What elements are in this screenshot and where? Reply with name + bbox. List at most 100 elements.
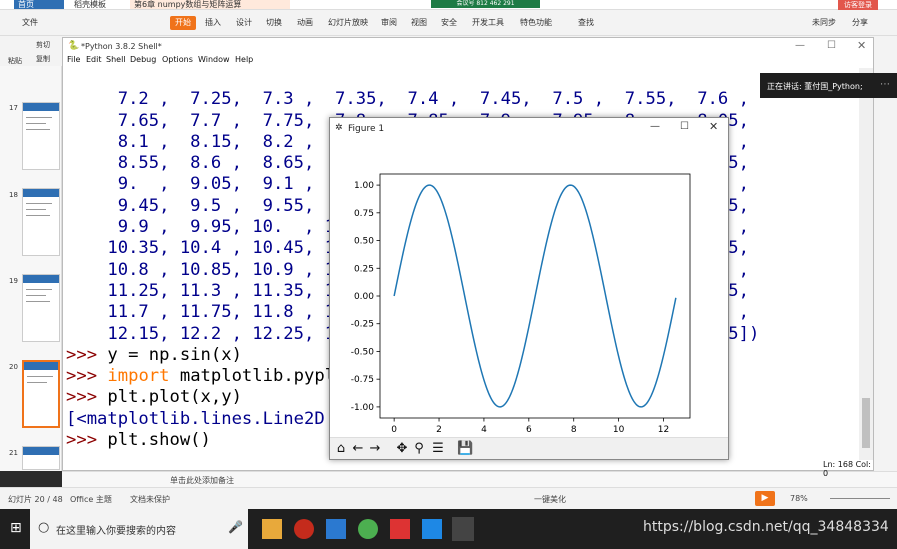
shell-statusbar: Ln: 168 Col: 0 bbox=[63, 460, 873, 478]
forward-icon[interactable]: → bbox=[367, 441, 383, 457]
python-icon: 🐍 bbox=[68, 41, 80, 51]
menu-debug[interactable]: Debug bbox=[130, 55, 156, 64]
slide-number: 20 bbox=[9, 363, 18, 371]
tab-home[interactable]: 首页 bbox=[14, 0, 64, 9]
login-button[interactable]: 访客登录 bbox=[838, 0, 878, 10]
record-icon[interactable] bbox=[294, 519, 314, 539]
line-col-indicator: Ln: 168 Col: 0 bbox=[823, 460, 871, 478]
play-slideshow-button[interactable]: ▶ bbox=[755, 491, 775, 506]
menu-design[interactable]: 设计 bbox=[236, 17, 252, 28]
menu-window[interactable]: Window bbox=[198, 55, 230, 64]
shell-titlebar: 🐍 *Python 3.8.2 Shell* — ☐ ✕ bbox=[63, 38, 873, 54]
close-button[interactable]: ✕ bbox=[857, 39, 866, 52]
slide-thumbnail[interactable] bbox=[22, 188, 60, 256]
protect-status[interactable]: 文档未保护 bbox=[130, 494, 170, 505]
y-tick-label: -0.75 bbox=[351, 375, 374, 385]
menu-security[interactable]: 安全 bbox=[441, 17, 457, 28]
speaker-notification: 正在讲话: 董付国_Python; ⋯ bbox=[760, 73, 897, 98]
watermark: https://blog.csdn.net/qq_34848334 bbox=[643, 519, 889, 535]
figure-window: ✲ Figure 1 — ☐ ✕ 0 2 4 6 8 10 12 1.00 0.75 0.50 0.… bbox=[329, 117, 729, 460]
home-icon[interactable]: ⌂ bbox=[333, 441, 349, 457]
x-tick-label: 10 bbox=[613, 425, 625, 435]
figure-toolbar: ⌂ ← → ✥ ⚲ ☰ 💾 bbox=[330, 437, 728, 459]
menu-review[interactable]: 审阅 bbox=[381, 17, 397, 28]
plot-area: 0 2 4 6 8 10 12 1.00 0.75 0.50 0.25 0.00 -0.25 -0.50 -… bbox=[351, 173, 691, 435]
menu-slideshow[interactable]: 幻灯片放映 bbox=[328, 17, 368, 28]
x-tick-label: 6 bbox=[526, 425, 532, 435]
taskbar-search[interactable]: ○ 在这里输入你要搜索的内容 🎤 bbox=[30, 509, 248, 549]
slide-number: 21 bbox=[9, 449, 18, 457]
menu-transition[interactable]: 切换 bbox=[266, 17, 282, 28]
maximize-button[interactable]: ☐ bbox=[680, 121, 689, 132]
menu-start[interactable]: 开始 bbox=[170, 16, 196, 30]
y-tick-label: -0.25 bbox=[351, 320, 374, 330]
paste-button[interactable]: 粘贴 bbox=[8, 56, 22, 66]
tab-document[interactable]: 第6章 numpy数组与矩阵运算 bbox=[130, 0, 290, 9]
more-icon[interactable]: ⋯ bbox=[880, 79, 890, 90]
speaker-text: 正在讲话: 董付国_Python; bbox=[767, 82, 863, 91]
microphone-icon[interactable]: 🎤 bbox=[228, 520, 243, 534]
tab-templates[interactable]: 稻壳模板 bbox=[70, 0, 130, 9]
minimize-button[interactable]: — bbox=[795, 40, 805, 51]
x-tick-label: 4 bbox=[481, 425, 487, 435]
slide-thumbnail-selected[interactable] bbox=[22, 360, 60, 428]
copy-button[interactable]: 复制 bbox=[36, 54, 50, 64]
shell-scrollbar[interactable] bbox=[859, 68, 873, 460]
configure-subplots-icon[interactable]: ☰ bbox=[430, 441, 446, 457]
menu-help[interactable]: Help bbox=[235, 55, 253, 64]
menu-find[interactable]: 查找 bbox=[578, 17, 594, 28]
y-tick-label: 0.25 bbox=[354, 264, 374, 274]
zoom-slider[interactable] bbox=[830, 498, 890, 499]
beautify-button[interactable]: 一键美化 bbox=[534, 494, 566, 505]
slide-number: 18 bbox=[9, 191, 18, 199]
zoom-level[interactable]: 78% bbox=[790, 494, 808, 503]
notes-placeholder[interactable]: 单击此处添加备注 bbox=[170, 475, 234, 486]
menu-options[interactable]: Options bbox=[162, 55, 193, 64]
slide-thumbnail[interactable] bbox=[22, 274, 60, 342]
pan-icon[interactable]: ✥ bbox=[394, 441, 410, 457]
sync-status[interactable]: 未同步 bbox=[812, 17, 836, 28]
y-tick-label: -1.00 bbox=[351, 403, 375, 413]
shell-menubar: File Edit Shell Debug Options Window Hel… bbox=[63, 54, 873, 67]
save-icon[interactable]: 💾 bbox=[457, 441, 473, 457]
x-tick-label: 12 bbox=[658, 425, 669, 435]
slide-number: 19 bbox=[9, 277, 18, 285]
matplotlib-icon: ✲ bbox=[335, 123, 343, 133]
share-button[interactable]: 分享 bbox=[852, 17, 868, 28]
scrollbar-thumb[interactable] bbox=[862, 398, 870, 448]
slide-number: 17 bbox=[9, 104, 18, 112]
menu-file[interactable]: 文件 bbox=[22, 17, 38, 28]
right-side-panel bbox=[871, 66, 897, 471]
slide-thumbnail[interactable] bbox=[22, 446, 60, 470]
maximize-button[interactable]: ☐ bbox=[827, 40, 836, 51]
menu-features[interactable]: 特色功能 bbox=[520, 17, 552, 28]
menu-edit[interactable]: Edit bbox=[86, 55, 102, 64]
minimize-button[interactable]: — bbox=[650, 121, 660, 132]
y-tick-label: 0.50 bbox=[354, 237, 374, 247]
idle-icon[interactable] bbox=[452, 517, 474, 541]
slide-thumbnail[interactable] bbox=[22, 102, 60, 170]
theme-name: Office 主题 bbox=[70, 495, 112, 504]
menu-shell[interactable]: Shell bbox=[106, 55, 126, 64]
cut-button[interactable]: 剪切 bbox=[36, 40, 50, 50]
figure-canvas[interactable]: 0 2 4 6 8 10 12 1.00 0.75 0.50 0.25 0.00 -0.25 -0.50 -… bbox=[330, 140, 728, 437]
back-icon[interactable]: ← bbox=[350, 441, 366, 457]
app-icon[interactable] bbox=[390, 519, 410, 539]
windows-start-icon[interactable]: ⊞ bbox=[10, 521, 24, 535]
shell-title: *Python 3.8.2 Shell* bbox=[81, 42, 162, 51]
meeting-icon[interactable] bbox=[422, 519, 442, 539]
y-tick-label: 0.00 bbox=[354, 292, 374, 302]
menu-view[interactable]: 视图 bbox=[411, 17, 427, 28]
zoom-icon[interactable]: ⚲ bbox=[411, 441, 427, 457]
file-explorer-icon[interactable] bbox=[262, 519, 282, 539]
menu-animation[interactable]: 动画 bbox=[297, 17, 313, 28]
search-placeholder: 在这里输入你要搜索的内容 bbox=[56, 526, 176, 537]
close-button[interactable]: ✕ bbox=[709, 120, 718, 133]
chrome-icon[interactable] bbox=[358, 519, 378, 539]
writer-icon[interactable] bbox=[326, 519, 346, 539]
meeting-banner: 会议号 812 462 291 bbox=[431, 0, 540, 8]
wps-statusbar: 幻灯片 20 / 48 Office 主题 文档未保护 一键美化 ▶ 78% bbox=[0, 487, 897, 509]
menu-insert[interactable]: 插入 bbox=[205, 17, 221, 28]
menu-file[interactable]: File bbox=[67, 55, 80, 64]
menu-devtools[interactable]: 开发工具 bbox=[472, 17, 504, 28]
